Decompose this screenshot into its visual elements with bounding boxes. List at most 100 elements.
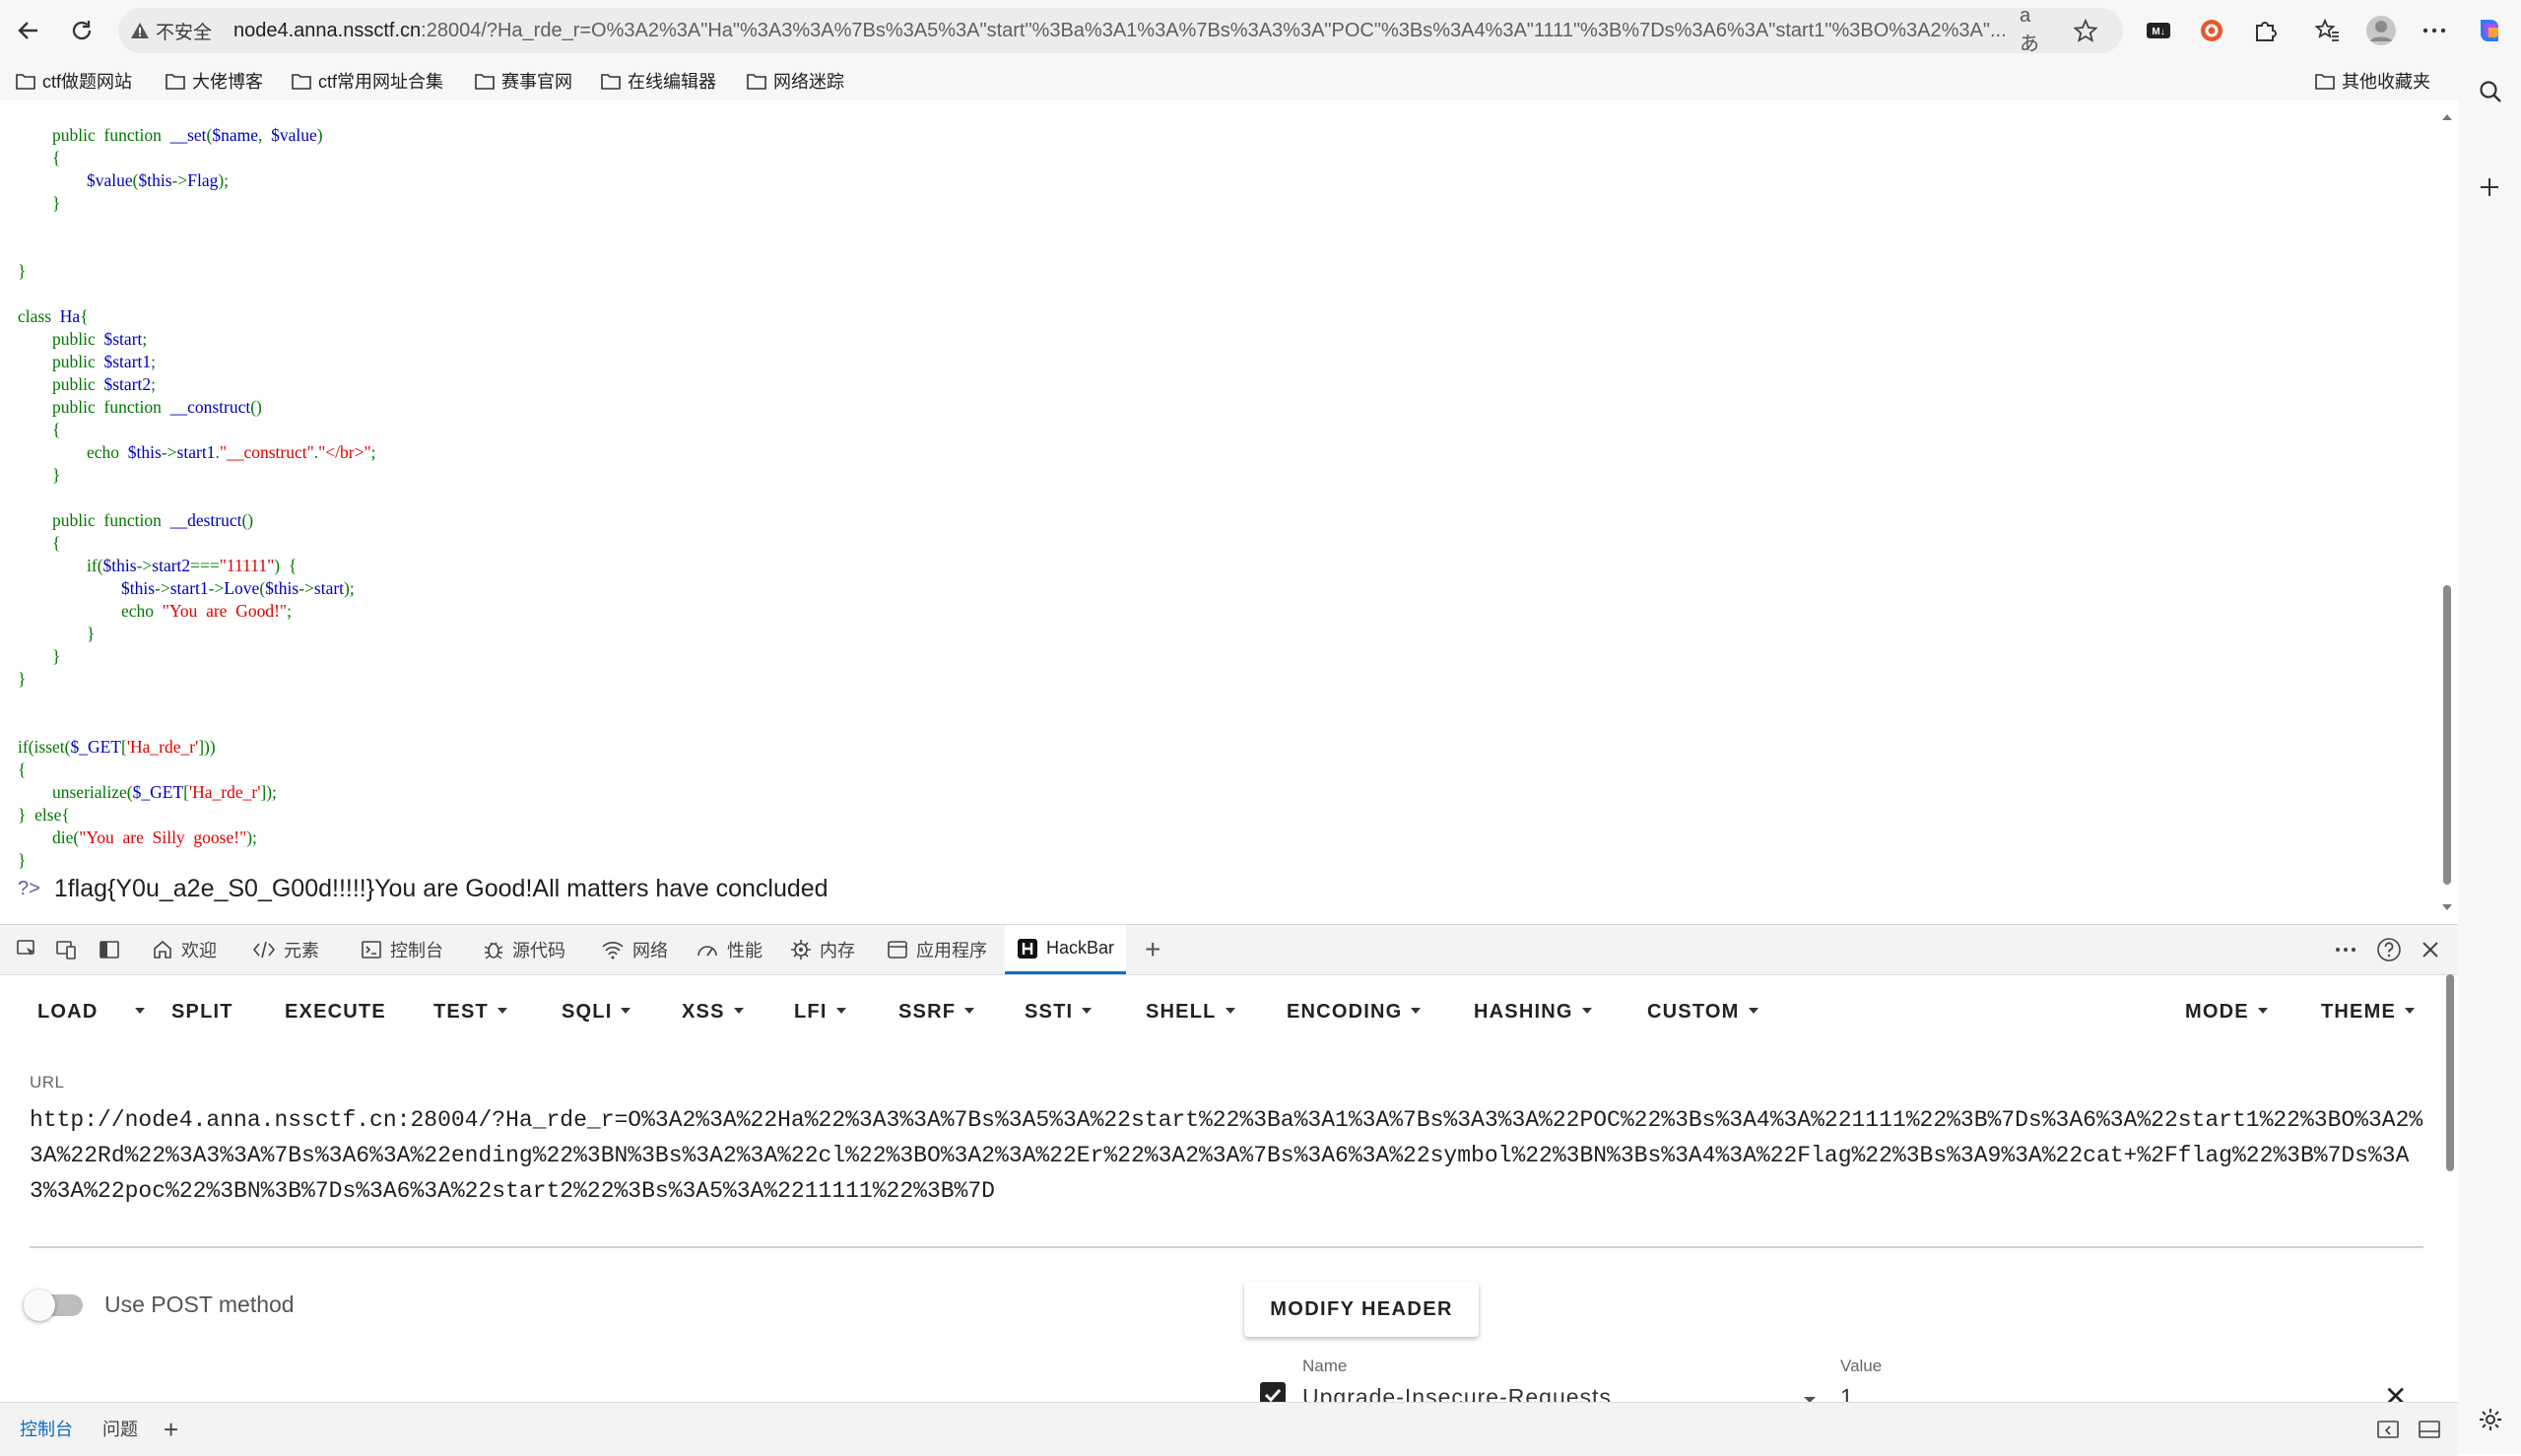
modify-header-button[interactable]: MODIFY HEADER (1244, 1282, 1479, 1337)
devtools-more-icon[interactable] (2335, 947, 2356, 953)
sqli-menu[interactable]: SQLI (562, 974, 631, 1049)
help-icon[interactable] (2376, 937, 2402, 962)
code-line: } (18, 850, 27, 870)
tab-hackbar[interactable]: HackBar (1005, 925, 1127, 974)
undock-drawer-icon[interactable] (2376, 1419, 2400, 1440)
code-line: { (52, 148, 61, 167)
bookmark-folder[interactable]: ctf做题网站 (16, 67, 132, 95)
custom-menu[interactable]: CUSTOM (1647, 974, 1758, 1049)
more-menu-icon[interactable] (2416, 12, 2453, 49)
caret-down-icon (964, 1007, 975, 1014)
back-arrow-icon[interactable] (10, 12, 47, 49)
ssti-menu[interactable]: SSTI (1025, 974, 1093, 1049)
immersive-reader-icon[interactable]: M↓ (2140, 12, 2177, 49)
load-button[interactable]: LOAD (37, 974, 98, 1049)
encoding-menu[interactable]: ENCODING (1287, 974, 1422, 1049)
caret-down-icon (1225, 1007, 1235, 1014)
search-icon[interactable] (2478, 79, 2503, 104)
code-line: public $start; (52, 329, 148, 349)
copilot-icon[interactable] (2471, 12, 2508, 49)
code-line: } (52, 465, 61, 485)
code-line: public function __set($name, $value) (52, 125, 323, 145)
hashing-menu[interactable]: HASHING (1474, 974, 1592, 1049)
url-field-underline (30, 1246, 2423, 1248)
tab-sources[interactable]: 源代码 (483, 925, 565, 974)
toggle-knob (24, 1289, 55, 1321)
execute-button[interactable]: EXECUTE (285, 974, 386, 1049)
add-sidebar-app-icon[interactable] (2478, 175, 2501, 199)
tab-console[interactable]: 控制台 (361, 925, 443, 974)
add-tool-tab-button[interactable]: + (1145, 925, 1161, 974)
read-aloud-icon[interactable]: aあ (2020, 5, 2049, 55)
address-bar[interactable]: 不安全 node4.anna.nssctf.cn:28004/?Ha_rde_r… (118, 5, 2123, 55)
page-content: public function __set($name, $value) { $… (0, 100, 2458, 924)
post-method-toggle[interactable]: Use POST method (24, 1289, 295, 1321)
bookmark-folder[interactable]: 网络迷踪 (747, 67, 844, 95)
toggle-switch[interactable] (24, 1289, 83, 1321)
lfi-menu[interactable]: LFI (794, 974, 846, 1049)
test-menu[interactable]: TEST (433, 974, 507, 1049)
address-url[interactable]: node4.anna.nssctf.cn:28004/?Ha_rde_r=O%3… (233, 8, 2036, 53)
drawer-tab-issues[interactable]: 问题 (102, 1403, 138, 1456)
close-drawer-icon[interactable] (2418, 1419, 2441, 1440)
split-button[interactable]: SPLIT (171, 974, 233, 1049)
edge-sidebar (2458, 61, 2521, 1454)
bookmark-folder[interactable]: 在线编辑器 (601, 67, 716, 95)
tab-welcome[interactable]: 欢迎 (152, 925, 217, 974)
load-dropdown[interactable] (126, 974, 145, 1049)
ssrf-menu[interactable]: SSRF (898, 974, 975, 1049)
dock-side-icon[interactable] (99, 939, 120, 960)
caret-down-icon (1748, 1007, 1758, 1014)
page-scrollbar[interactable] (2438, 108, 2456, 916)
devtools-drawer: 控制台 问题 + (0, 1402, 2458, 1456)
device-emulation-icon[interactable] (55, 939, 77, 960)
svg-text:M↓: M↓ (2152, 27, 2164, 37)
drawer-tab-console[interactable]: 控制台 (20, 1403, 73, 1456)
hackbar-scrollbar[interactable] (2443, 974, 2457, 1388)
bookmark-folder[interactable]: 赛事官网 (475, 67, 572, 95)
tab-elements[interactable]: 元素 (252, 925, 319, 974)
extension-orange-icon[interactable] (2193, 12, 2230, 49)
page-output: ?> 1flag{Y0u_a2e_S0_G00d!!!!!}You are Go… (18, 875, 829, 903)
xss-menu[interactable]: XSS (682, 974, 744, 1049)
caret-down-icon (2257, 1007, 2268, 1014)
profile-avatar-icon[interactable] (2362, 12, 2400, 49)
code-line: { (52, 420, 61, 439)
header-name-label: Name (1302, 1357, 1348, 1375)
tab-application[interactable]: 应用程序 (887, 925, 987, 974)
browser-toolbar: 不安全 node4.anna.nssctf.cn:28004/?Ha_rde_r… (0, 0, 2521, 61)
console-icon (361, 939, 382, 960)
close-devtools-icon[interactable] (2420, 939, 2441, 960)
bug-icon (483, 939, 504, 960)
code-line: $this->start1->Love($this->start); (18, 578, 355, 598)
sidebar-settings-gear-icon[interactable] (2478, 1407, 2503, 1432)
tab-performance[interactable]: 性能 (696, 925, 763, 974)
bookmark-folder[interactable]: 大佬博客 (166, 67, 263, 95)
inspect-element-icon[interactable] (16, 939, 37, 960)
code-line: public function __construct() (52, 397, 262, 417)
caret-down-icon (621, 1007, 631, 1014)
bookmark-folder[interactable]: ctf常用网址合集 (292, 67, 443, 95)
bookmark-other-favorites[interactable]: 其他收藏夹 (2315, 67, 2430, 95)
caret-down-icon (1411, 1007, 1422, 1014)
theme-menu[interactable]: THEME (2321, 974, 2415, 1049)
url-textarea[interactable]: http://node4.anna.nssctf.cn:28004/?Ha_rd… (30, 1102, 2423, 1209)
shell-menu[interactable]: SHELL (1146, 974, 1235, 1049)
extensions-puzzle-icon[interactable] (2246, 12, 2284, 49)
php-close-tag: ?> (18, 878, 40, 899)
code-line: class Ha{ (18, 306, 89, 326)
drawer-add-tab-button[interactable]: + (164, 1403, 178, 1456)
mode-menu[interactable]: MODE (2185, 974, 2268, 1049)
tab-memory[interactable]: 内存 (790, 925, 855, 974)
star-icon[interactable] (2071, 16, 2100, 45)
caret-down-icon (1082, 1007, 1093, 1014)
tab-network[interactable]: 网络 (601, 925, 668, 974)
code-line: unserialize($_GET['Ha_rde_r']); (52, 782, 277, 802)
favorites-icon[interactable] (2309, 12, 2347, 49)
code-line: echo "You are Good!"; (121, 601, 292, 621)
header-value-label: Value (1840, 1357, 1883, 1375)
reload-icon[interactable] (63, 12, 100, 49)
security-indicator[interactable]: 不安全 (130, 17, 212, 44)
devtools-panel: 欢迎 元素 控制台 源代码 网络 性能 内存 应用程序 HackBar + LO… (0, 924, 2458, 1456)
